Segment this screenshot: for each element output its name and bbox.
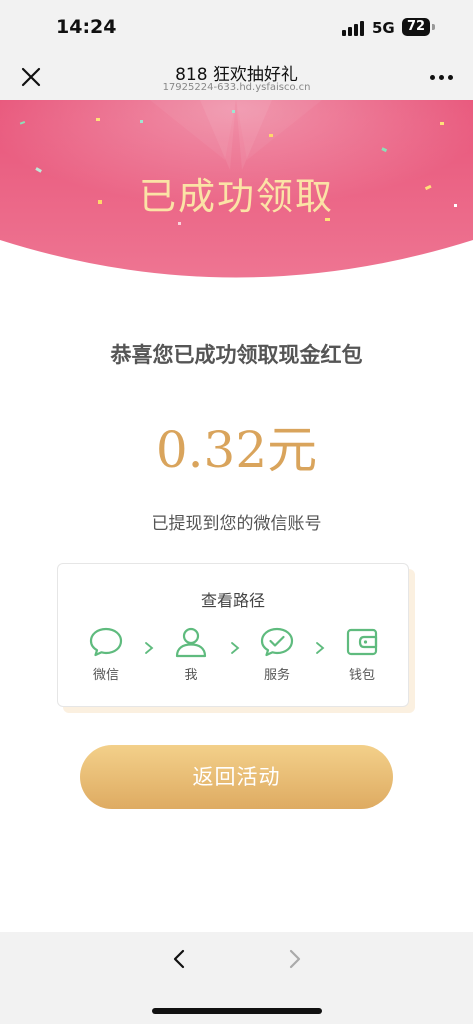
status-time: 14:24 — [56, 16, 117, 38]
network-label: 5G — [372, 19, 395, 37]
wallet-icon — [346, 628, 378, 656]
chevron-right-icon — [230, 640, 240, 654]
return-to-activity-button[interactable]: 返回活动 — [80, 745, 393, 809]
battery-icon: 72 — [402, 18, 430, 36]
browser-toolbar — [0, 932, 473, 1024]
path-step-wallet: 钱包 — [332, 626, 392, 683]
banner-title: 已成功领取 — [139, 175, 334, 218]
page-url: 17925224-633.hd.ysfaisco.cn — [162, 82, 311, 93]
red-packet-amount: 0.32元 — [155, 421, 318, 479]
check-bubble-icon — [260, 627, 294, 657]
header-banner: 已成功领取 — [0, 100, 473, 285]
chevron-right-icon — [315, 640, 325, 654]
congrats-text: 恭喜您已成功领取现金红包 — [110, 343, 363, 367]
path-step-label: 钱包 — [348, 668, 375, 683]
path-step-services: 服务 — [247, 626, 307, 683]
user-icon — [175, 627, 207, 658]
path-step-label: 服务 — [263, 668, 290, 683]
path-step-label: 我 — [184, 668, 198, 683]
forward-icon[interactable] — [284, 948, 304, 970]
path-step-wechat: 微信 — [76, 626, 136, 683]
battery-tip — [432, 24, 435, 30]
path-card: 查看路径 微信 我 服务 钱包 — [57, 563, 409, 707]
chat-bubble-icon — [89, 627, 123, 657]
back-icon[interactable] — [170, 948, 190, 970]
status-bar: 14:24 5G 72 — [0, 0, 473, 54]
path-card-title: 查看路径 — [200, 591, 265, 610]
nav-bar: 818 狂欢抽好礼 17925224-633.hd.ysfaisco.cn — [0, 54, 473, 100]
signal-icon — [342, 20, 364, 36]
more-icon[interactable] — [428, 72, 456, 82]
chevron-right-icon — [144, 640, 154, 654]
withdraw-note: 已提现到您的微信账号 — [151, 514, 322, 534]
path-step-me: 我 — [161, 626, 221, 683]
home-indicator — [152, 1008, 322, 1014]
path-step-label: 微信 — [92, 668, 119, 683]
